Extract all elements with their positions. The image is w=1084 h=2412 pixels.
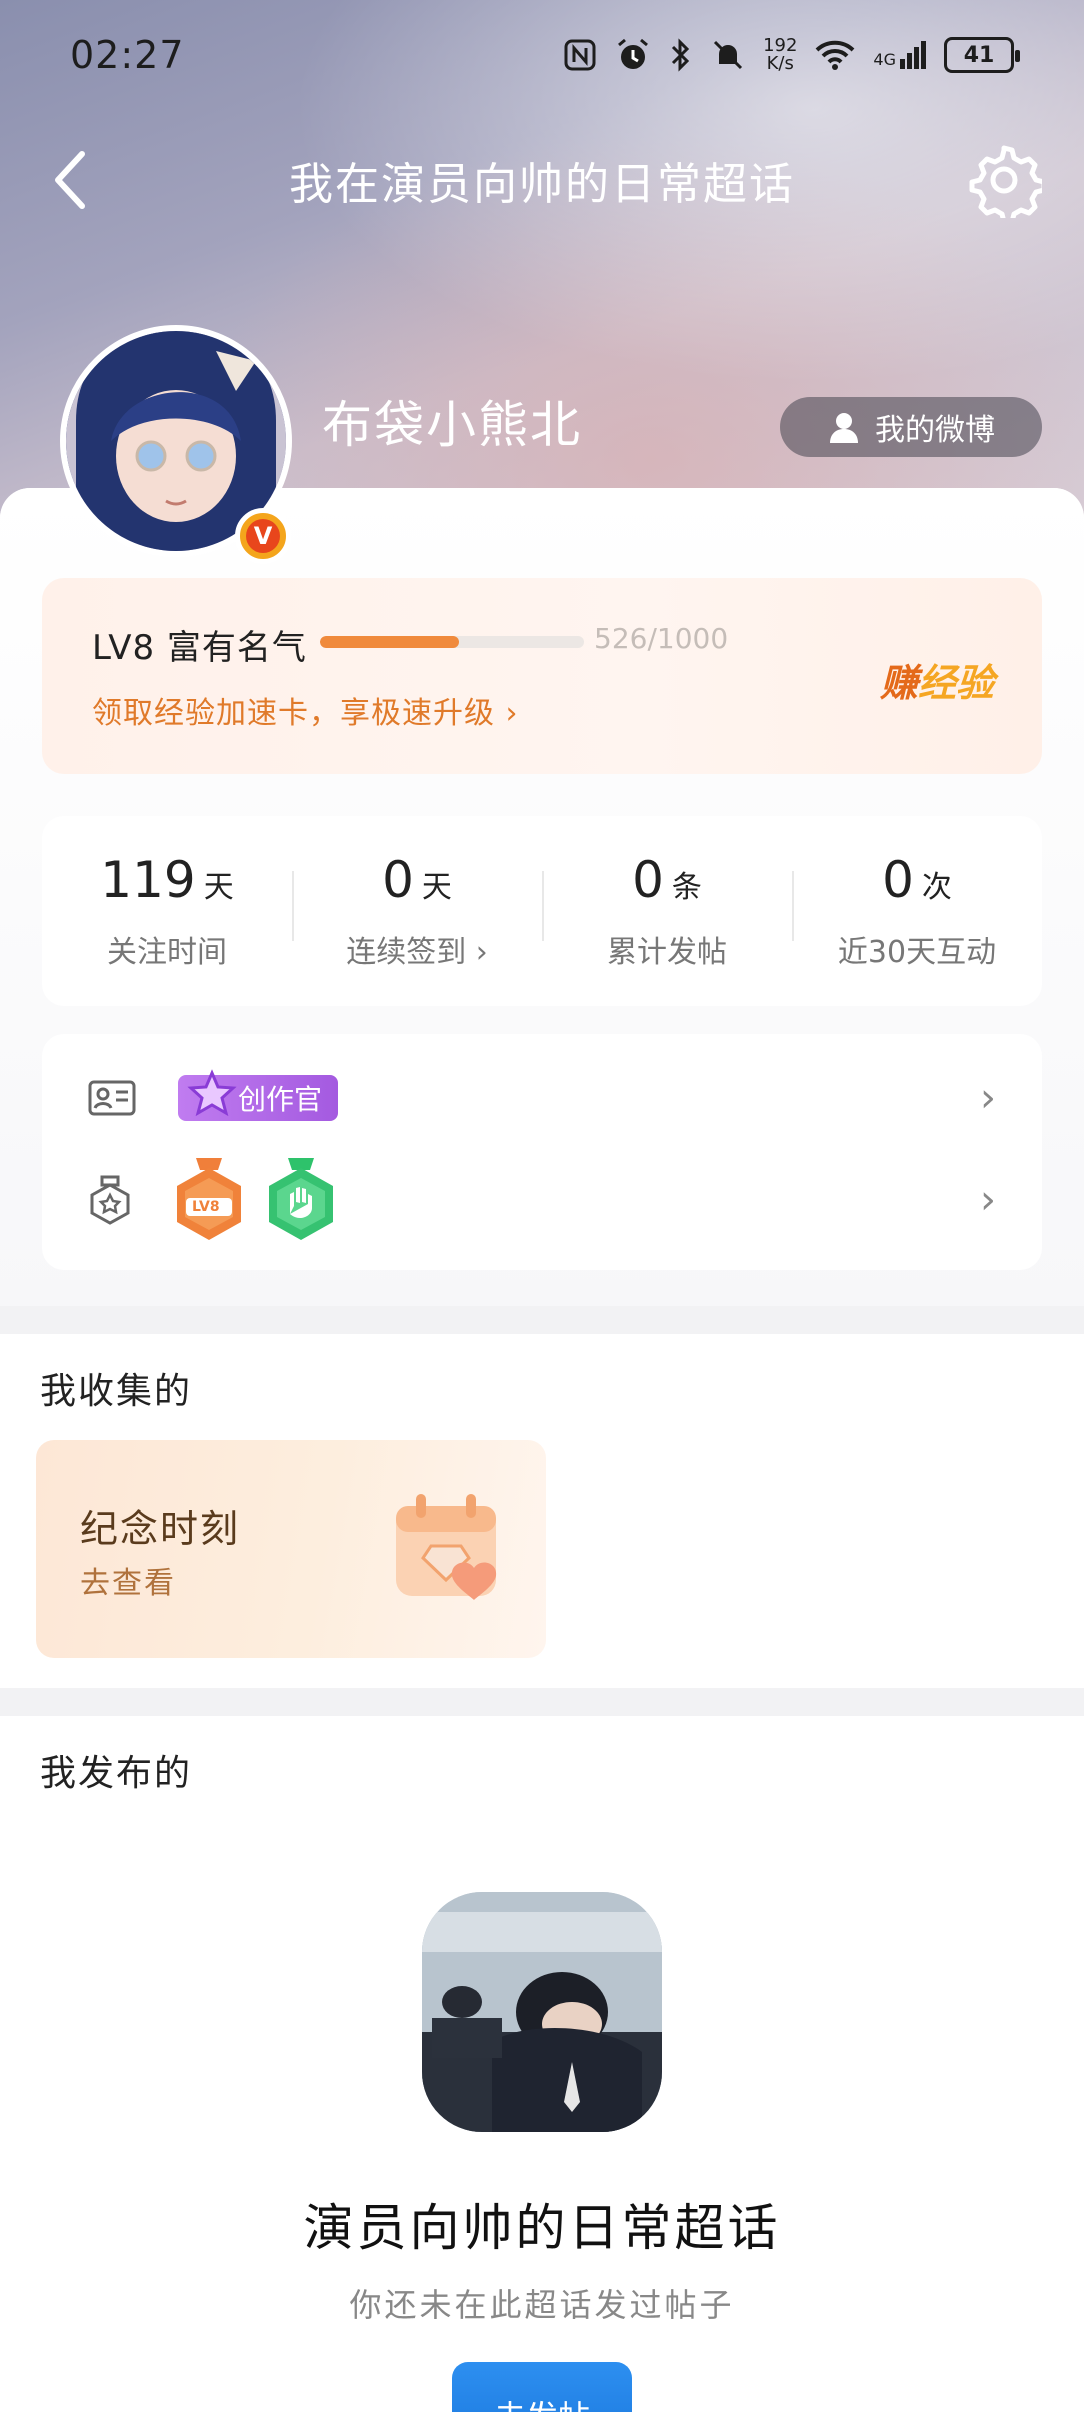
interaction-medal-icon <box>264 1158 338 1242</box>
gear-icon <box>969 145 1047 225</box>
level-progress-bar <box>320 636 584 648</box>
stat-interactions-30d: 0次 近30天互动 <box>792 851 1042 971</box>
net-speed-unit: K/s <box>766 53 794 74</box>
speedup-card-link[interactable]: 领取经验加速卡，享极速升级 › <box>92 688 519 732</box>
level-progress-fill <box>320 636 459 648</box>
stat-unit: 条 <box>671 870 702 905</box>
memorial-moments-card[interactable]: 纪念时刻 去查看 <box>36 1440 546 1658</box>
net-speed: 192 K/s <box>763 37 797 73</box>
status-icons: 192 K/s 4G 41 <box>563 37 1020 73</box>
super-topic-avatar <box>422 1892 662 2132</box>
creator-badge: 创作官 <box>178 1069 339 1121</box>
stat-total-posts: 0条 累计发帖 <box>542 851 792 971</box>
my-weibo-button[interactable]: 我的微博 <box>780 397 1042 457</box>
earn-label-part2: 经验 <box>917 661 994 705</box>
level-card[interactable]: LV8 富有名气 526/1000 领取经验加速卡，享极速升级 › 赚经验 <box>42 578 1042 774</box>
stat-unit: 天 <box>421 870 452 905</box>
stat-unit: 天 <box>203 870 234 905</box>
super-topic-name: 演员向帅的日常超话 <box>303 2199 781 2257</box>
section-divider <box>0 1688 1084 1716</box>
stat-checkin-streak[interactable]: 0天 连续签到 › <box>292 851 542 971</box>
badges-card: 创作官 › LV8 › <box>42 1034 1042 1270</box>
wifi-icon <box>816 40 855 70</box>
verified-badge: V <box>235 508 291 564</box>
memorial-card-action: 去查看 <box>80 1566 176 1601</box>
creator-star-icon <box>187 1069 237 1117</box>
go-post-button[interactable]: 去发帖 <box>452 2362 632 2412</box>
chevron-right-icon: › <box>980 1177 996 1223</box>
stat-label: 连续签到 › <box>346 935 488 970</box>
stats-card: 119 天 关注时间 0天 连续签到 › 0条 累计发帖 0次 近30天互动 <box>42 816 1042 1006</box>
stat-follow-days: 119 天 关注时间 <box>42 851 292 971</box>
page-title: 我在演员向帅的日常超话 <box>289 159 795 210</box>
stat-number: 0 <box>382 851 414 909</box>
stat-label: 近30天互动 <box>837 935 997 970</box>
battery-level: 41 <box>963 42 995 68</box>
status-bar: 02:27 192 K/s 4G 41 <box>0 0 1084 110</box>
profile-row: V 布袋小熊北 我的微博 <box>0 325 1084 564</box>
stat-number: 119 <box>100 851 196 909</box>
my-weibo-label: 我的微博 <box>875 413 995 448</box>
creator-badge-label: 创作官 <box>238 1083 323 1116</box>
verified-badge-letter: V <box>246 519 280 553</box>
stat-label: 关注时间 <box>107 935 227 970</box>
stat-label: 累计发帖 <box>607 935 727 970</box>
stat-unit: 次 <box>921 870 952 905</box>
username: 布袋小熊北 <box>322 396 582 454</box>
settings-button[interactable] <box>966 142 1047 225</box>
medal-badge-row[interactable]: LV8 › <box>42 1150 1042 1250</box>
medal-outline-icon <box>90 1175 130 1225</box>
signal-label: 4G <box>873 50 896 69</box>
empty-posts-text: 你还未在此超话发过帖子 <box>349 2286 735 2324</box>
stat-number: 0 <box>882 851 914 909</box>
chevron-right-icon: › <box>980 1075 996 1121</box>
signal-icon: 4G <box>873 41 926 69</box>
chevron-left-icon <box>55 151 85 209</box>
top-nav: 我在演员向帅的日常超话 <box>0 120 1084 240</box>
stat-number: 0 <box>632 851 664 909</box>
status-time: 02:27 <box>70 33 185 77</box>
bluetooth-icon <box>672 38 690 72</box>
level-name: LV8 富有名气 <box>92 628 307 668</box>
level-medal-icon: LV8 <box>172 1158 246 1242</box>
section-divider <box>0 1306 1084 1334</box>
identity-badge-row[interactable]: 创作官 › <box>42 1048 1042 1148</box>
collected-section-title: 我收集的 <box>40 1371 193 1412</box>
back-button[interactable] <box>40 150 100 210</box>
memorial-card-title: 纪念时刻 <box>80 1507 241 1551</box>
earn-exp-button[interactable]: 赚经验 <box>880 652 994 707</box>
battery-icon: 41 <box>944 37 1020 73</box>
published-section-title: 我发布的 <box>40 1753 193 1794</box>
alarm-icon <box>618 38 649 69</box>
earn-label-part1: 赚 <box>879 661 918 705</box>
nfc-icon <box>564 39 596 71</box>
person-icon <box>830 413 858 443</box>
level-progress-text: 526/1000 <box>594 622 729 655</box>
level-medal-text: LV8 <box>192 1199 220 1215</box>
id-card-icon <box>88 1080 136 1116</box>
calendar-heart-icon <box>396 1494 497 1600</box>
mute-bell-icon <box>714 40 743 70</box>
